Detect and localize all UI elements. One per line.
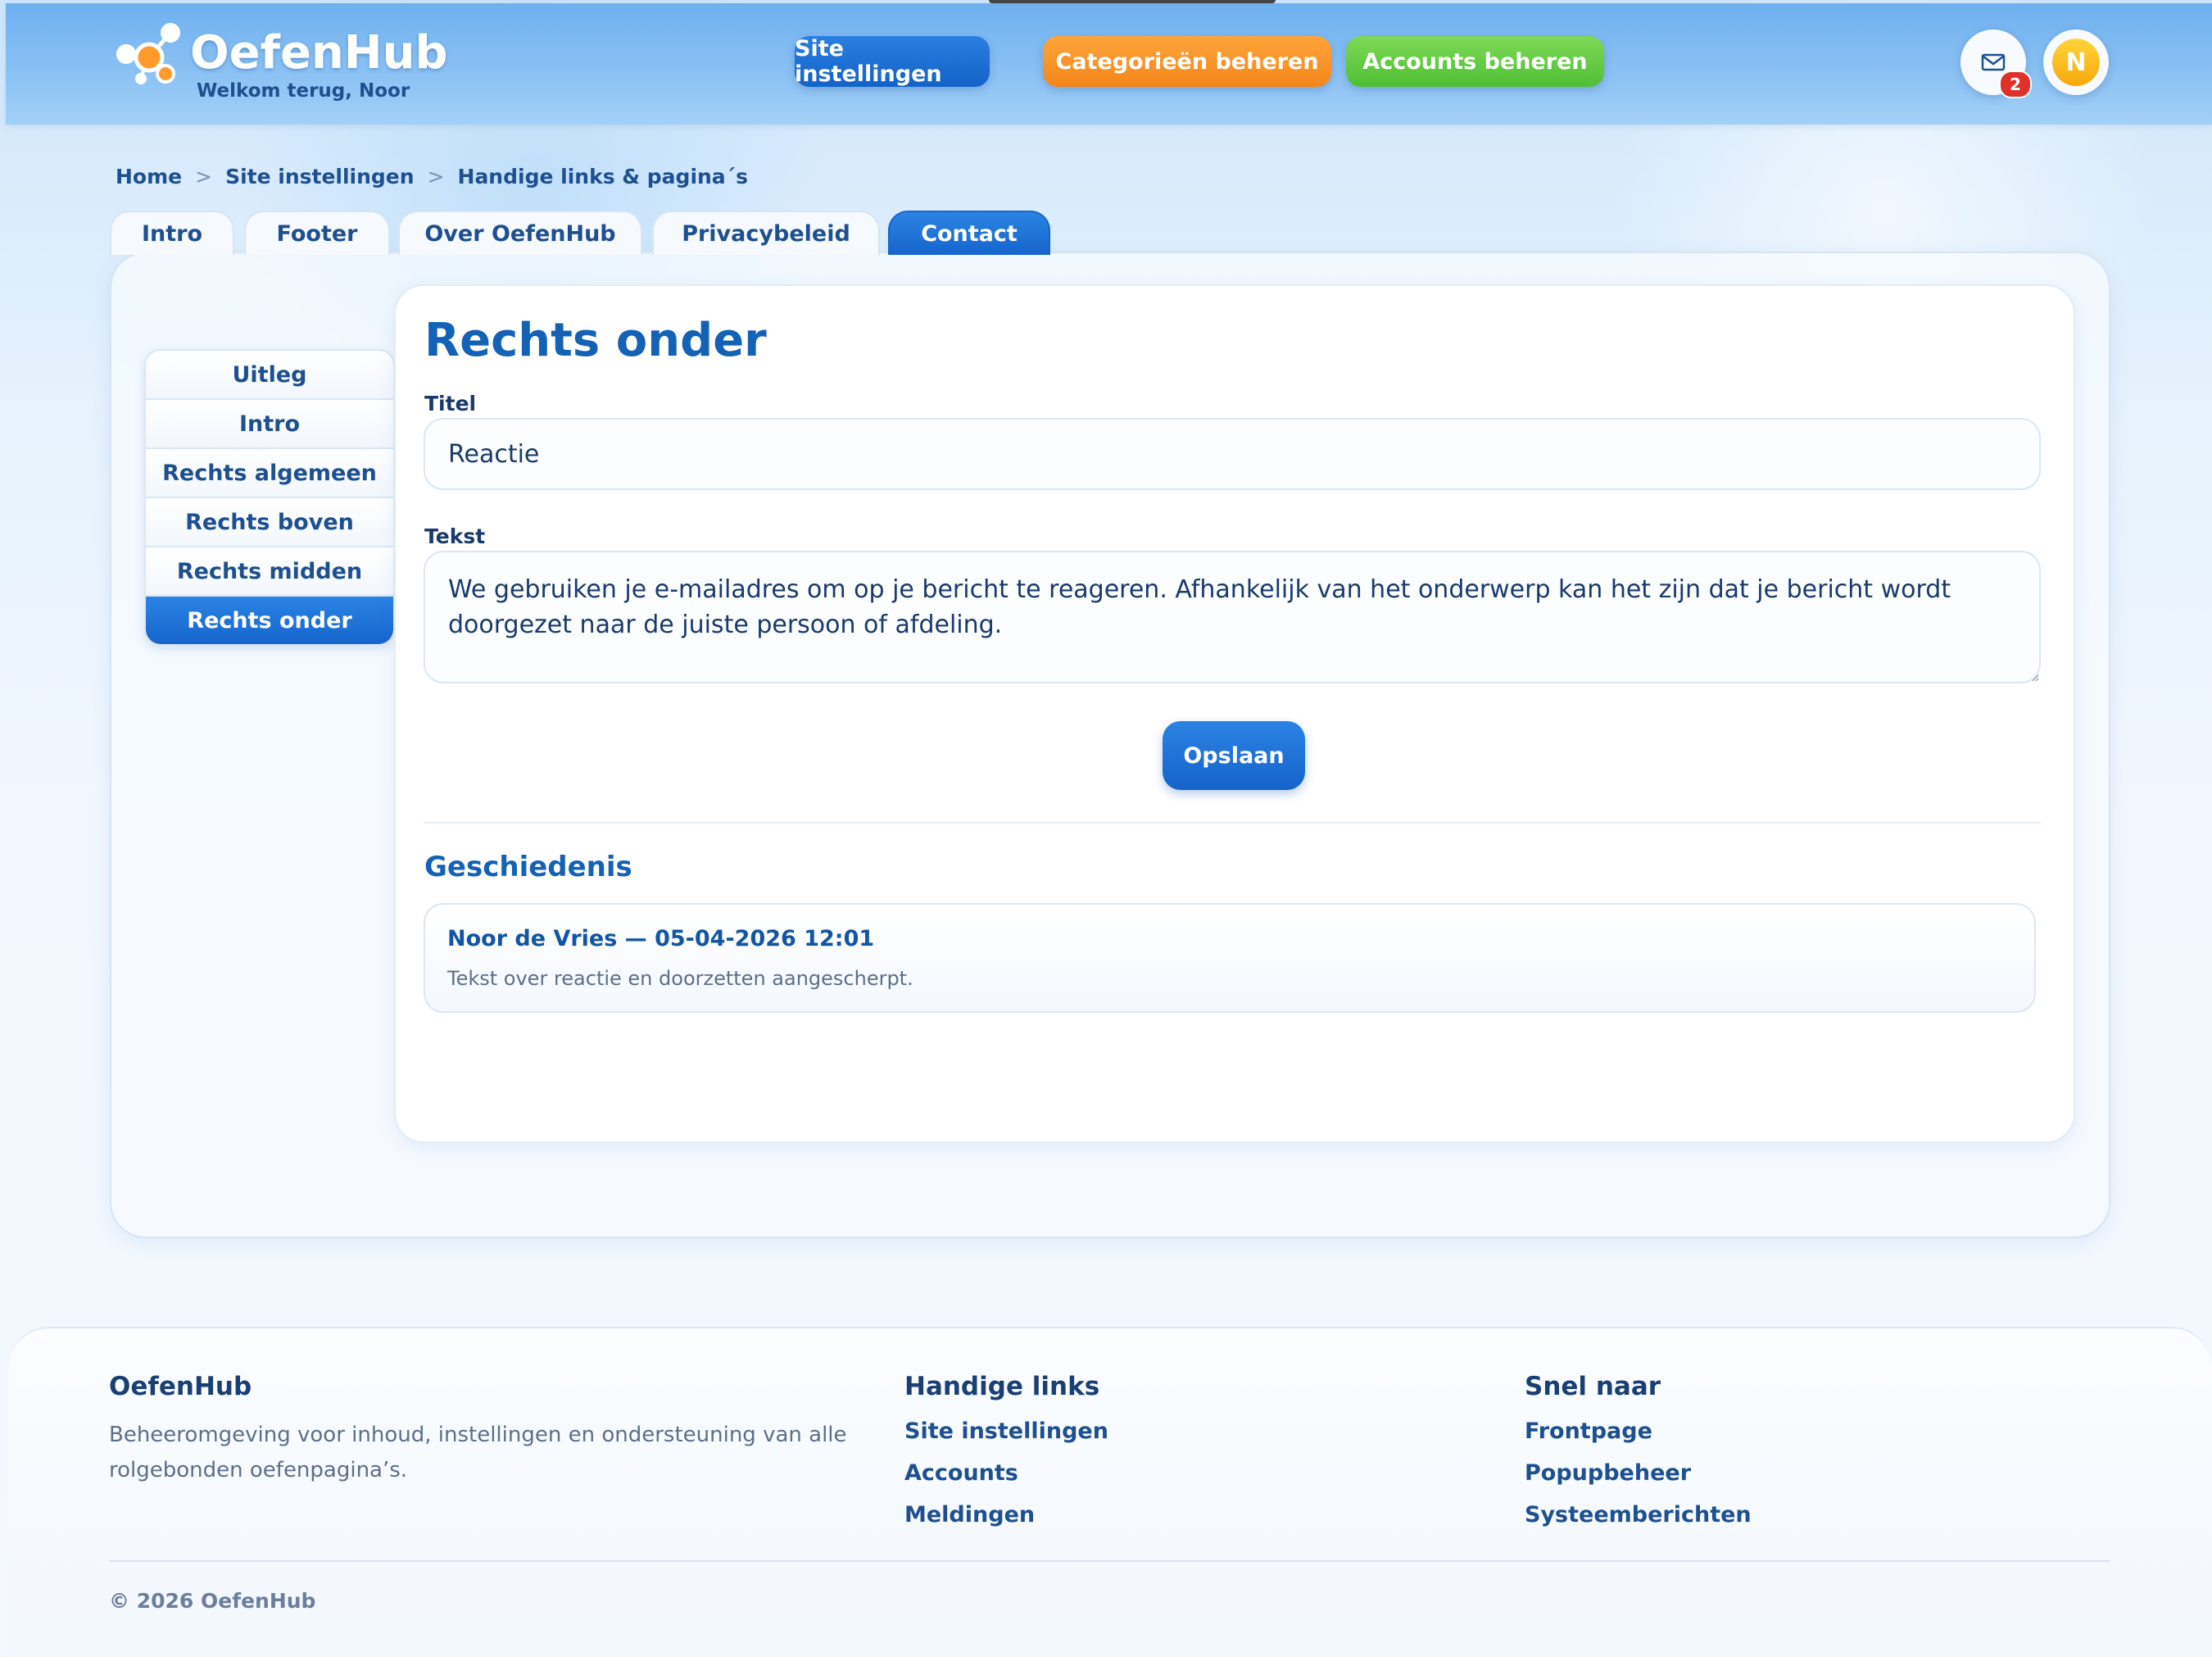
nav-categories-button[interactable]: Categorieën beheren [1043, 36, 1331, 87]
tekst-textarea[interactable]: We gebruiken je e-mailadres om op je ber… [424, 551, 2041, 683]
footer-quick-title: Snel naar [1525, 1372, 1661, 1401]
footer-description: Beheeromgeving voor inhoud, instellingen… [109, 1423, 847, 1482]
history-title: Geschiedenis [424, 851, 632, 883]
avatar: N [2052, 39, 2100, 86]
footer [8, 1327, 2212, 1657]
footer-link-meldingen[interactable]: Meldingen [904, 1502, 1035, 1528]
breadcrumb-separator: > [427, 165, 445, 188]
breadcrumb-separator: > [195, 165, 213, 188]
logo-name: OefenHub [190, 26, 448, 79]
logo[interactable]: OefenHub Welkom terug, Noor [108, 21, 448, 111]
history-entry-note: Tekst over reactie en doorzetten aangesc… [447, 967, 913, 990]
mail-count-badge: 2 [1999, 70, 2032, 98]
titel-input[interactable] [424, 418, 2041, 490]
footer-divider [109, 1560, 2110, 1562]
footer-link-accounts[interactable]: Accounts [904, 1460, 1018, 1486]
footer-links-title: Handige links [904, 1372, 1100, 1401]
breadcrumb-home[interactable]: Home [116, 165, 182, 188]
section-title: Rechts onder [424, 314, 767, 367]
save-button[interactable]: Opslaan [1163, 721, 1305, 790]
welcome-text: Welkom terug, Noor [197, 80, 410, 102]
tab-contact[interactable]: Contact [888, 211, 1050, 255]
history-entry [424, 903, 2036, 1013]
side-item-rechts-algemeen[interactable]: Rechts algemeen [146, 449, 393, 498]
history-entry-author-date: Noor de Vries — 05-04-2026 12:01 [447, 926, 875, 951]
tab-intro[interactable]: Intro [110, 211, 234, 255]
section-side-nav: Uitleg Intro Rechts algemeen Rechts bove… [144, 349, 395, 646]
section-divider [424, 822, 2041, 824]
side-item-intro[interactable]: Intro [146, 400, 393, 449]
breadcrumb-site-settings[interactable]: Site instellingen [225, 165, 415, 188]
footer-link-systeemberichten[interactable]: Systeemberichten [1525, 1502, 1752, 1528]
avatar-button[interactable]: N [2043, 30, 2109, 95]
titel-label: Titel [424, 392, 477, 415]
side-item-rechts-midden[interactable]: Rechts midden [146, 547, 393, 597]
nav-accounts-button[interactable]: Accounts beheren [1346, 36, 1604, 87]
editor-card [394, 284, 2075, 1143]
breadcrumb: Home > Site instellingen > Handige links… [116, 165, 748, 188]
breadcrumb-current: Handige links & pagina´s [457, 165, 749, 188]
tab-privacybeleid[interactable]: Privacybeleid [652, 211, 880, 255]
mail-icon [1981, 53, 2006, 71]
nav-site-settings-button[interactable]: Site instellingen [795, 36, 990, 87]
tekst-label: Tekst [424, 524, 486, 548]
copyright: © 2026 OefenHub [109, 1589, 316, 1613]
side-item-rechts-boven[interactable]: Rechts boven [146, 498, 393, 547]
footer-brand-title: OefenHub [109, 1372, 252, 1401]
molecule-logo-icon [116, 23, 180, 84]
footer-link-popupbeheer[interactable]: Popupbeheer [1525, 1460, 1691, 1486]
side-item-uitleg[interactable]: Uitleg [146, 351, 393, 400]
side-item-rechts-onder[interactable]: Rechts onder [146, 597, 393, 644]
footer-link-site-settings[interactable]: Site instellingen [904, 1419, 1108, 1444]
footer-link-frontpage[interactable]: Frontpage [1525, 1419, 1652, 1444]
tab-over-oefenhub[interactable]: Over OefenHub [398, 211, 642, 255]
tab-footer[interactable]: Footer [244, 211, 390, 255]
